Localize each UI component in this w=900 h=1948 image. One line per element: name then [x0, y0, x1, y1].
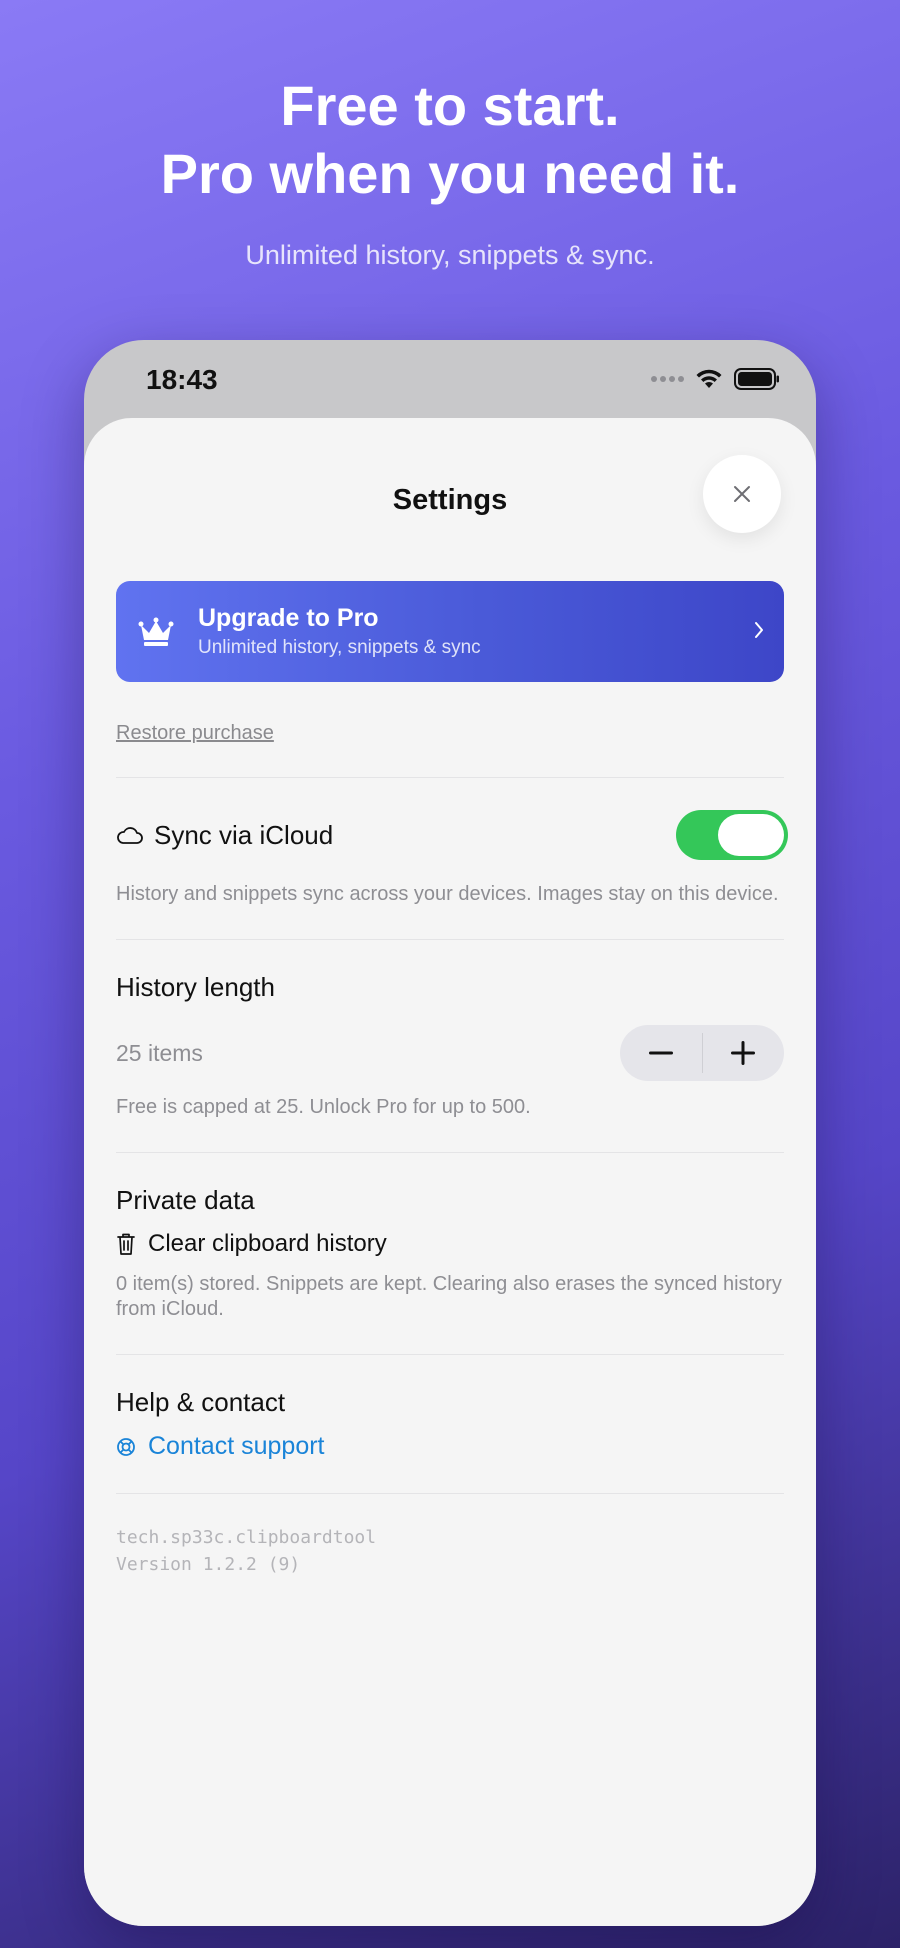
lifebuoy-icon: [117, 1437, 135, 1456]
app-footer: tech.sp33c.clipboardtool Version 1.2.2 (…: [116, 1524, 784, 1578]
close-button[interactable]: [703, 455, 781, 533]
history-stepper: [620, 1025, 784, 1081]
divider: [116, 777, 784, 778]
settings-sheet: Settings Upgrade to Pro Unlimited histor…: [84, 418, 816, 1926]
battery-icon: [734, 368, 779, 390]
restore-purchase-link[interactable]: Restore purchase: [116, 722, 274, 745]
hero-subtitle: Unlimited history, snippets & sync.: [245, 240, 655, 270]
upgrade-to-pro-button[interactable]: Upgrade to Pro Unlimited history, snippe…: [116, 581, 784, 682]
status-bar: 18:43: [84, 340, 816, 420]
help-title: Help & contact: [116, 1387, 286, 1417]
minus-icon: [648, 1051, 673, 1055]
status-icons: [650, 368, 780, 390]
crown-icon: [138, 617, 174, 646]
signal-dots-icon: [651, 376, 684, 382]
settings-content: Upgrade to Pro Unlimited history, snippe…: [116, 581, 788, 1578]
history-caption: Free is capped at 25. Unlock Pro for up …: [116, 1096, 531, 1118]
sync-title: Sync via iCloud: [154, 819, 334, 850]
sync-caption: History and snippets sync across your de…: [116, 883, 779, 905]
upgrade-text: Upgrade to Pro Unlimited history, snippe…: [198, 603, 481, 661]
sync-row: Sync via iCloud: [116, 810, 788, 860]
hero-title-line-1: Free to start.: [280, 74, 620, 137]
close-icon: [734, 486, 750, 502]
decrement-button[interactable]: [620, 1025, 702, 1081]
private-data-caption: 0 item(s) stored. Snippets are kept. Cle…: [116, 1273, 782, 1320]
sync-toggle[interactable]: [676, 810, 788, 860]
hero-title: Free to start. Pro when you need it.: [0, 72, 900, 208]
clear-history-label: Clear clipboard history: [148, 1230, 387, 1257]
history-title: History length: [116, 972, 275, 1002]
upgrade-subtitle: Unlimited history, snippets & sync: [198, 636, 481, 658]
contact-support-label: Contact support: [148, 1432, 325, 1460]
phone-frame: 18:43 Settings Upgrade to Pro Unlimited …: [84, 340, 816, 1926]
trash-icon: [117, 1233, 135, 1255]
chevron-right-icon: [755, 622, 763, 638]
upgrade-title: Upgrade to Pro: [198, 603, 379, 632]
hero-title-line-2: Pro when you need it.: [160, 142, 740, 205]
sync-section: Sync via iCloud History and snippets syn…: [116, 810, 788, 907]
toggle-knob: [718, 814, 784, 856]
divider: [116, 1152, 784, 1153]
history-section: History length 25 items Free is capped a…: [116, 972, 784, 1120]
private-data-section: Private data Clear clipboard history 0 i…: [116, 1185, 784, 1322]
divider: [116, 1493, 784, 1494]
cloud-icon: [117, 827, 143, 844]
help-section: Help & contact Contact support: [116, 1387, 784, 1461]
private-data-title: Private data: [116, 1185, 255, 1215]
history-value: 25 items: [116, 1039, 203, 1066]
divider: [116, 1354, 784, 1355]
wifi-icon: [696, 369, 722, 388]
increment-button[interactable]: [703, 1025, 785, 1081]
divider: [116, 939, 784, 940]
bundle-id: tech.sp33c.clipboardtool: [116, 1527, 377, 1548]
history-row: 25 items: [116, 1025, 784, 1081]
clear-history-button[interactable]: Clear clipboard history: [116, 1230, 784, 1258]
status-time: 18:43: [146, 364, 218, 395]
version-label: Version 1.2.2 (9): [116, 1554, 301, 1575]
contact-support-link[interactable]: Contact support: [116, 1432, 784, 1461]
plus-icon: [731, 1041, 756, 1065]
